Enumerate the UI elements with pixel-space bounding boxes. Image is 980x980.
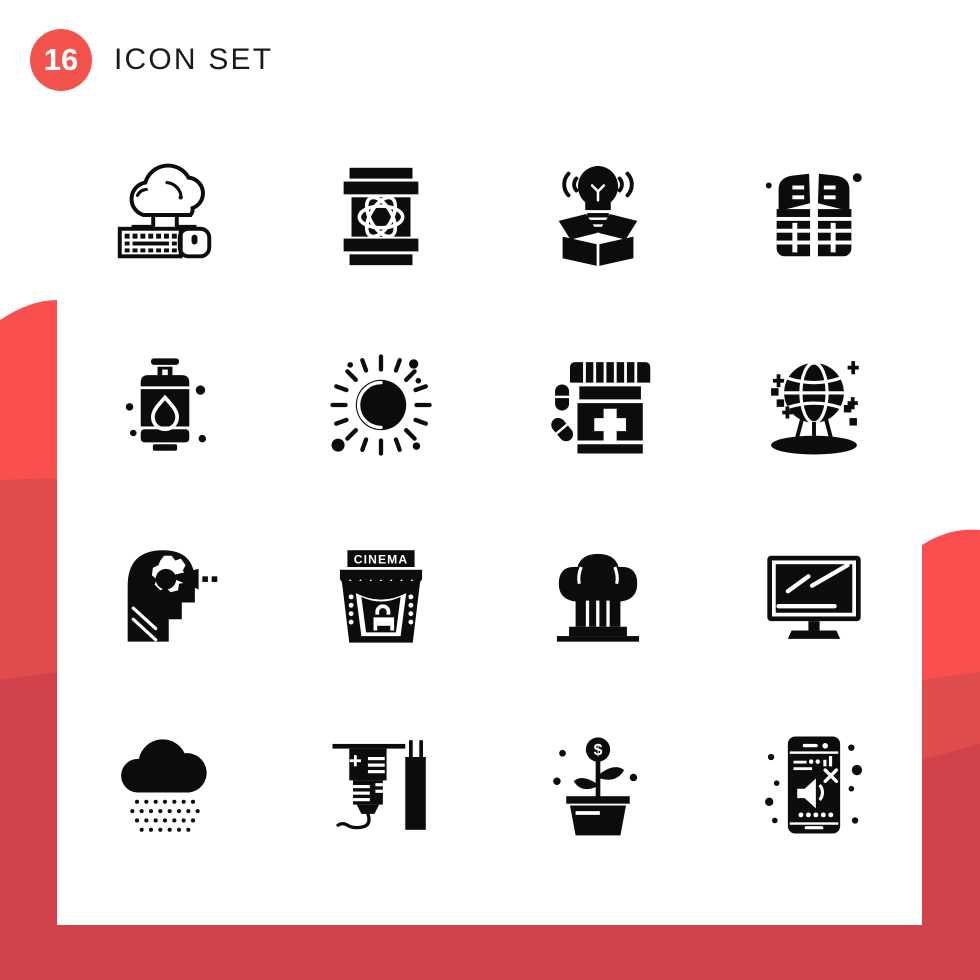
life-jacket-icon xyxy=(765,169,862,259)
globe-monument-icon xyxy=(770,361,859,455)
icon-cell-14[interactable] xyxy=(273,690,489,880)
medicine-bottle-pills-icon xyxy=(550,362,650,454)
icon-cell-10[interactable]: CINEMA xyxy=(273,500,489,690)
gas-cylinder-icon xyxy=(125,358,207,451)
icon-count-badge: 16 xyxy=(30,29,92,91)
monitor-screen-icon xyxy=(767,555,861,639)
icon-cell-12[interactable] xyxy=(706,500,922,690)
icon-cell-2[interactable] xyxy=(273,120,489,310)
page-title: Icon Set xyxy=(114,43,274,76)
sun-icon xyxy=(330,354,433,456)
head-gear-thinking-icon xyxy=(127,550,218,642)
icon-cell-4[interactable] xyxy=(706,120,922,310)
idea-box-bulb-icon xyxy=(558,165,637,267)
icon-cell-1[interactable] xyxy=(57,120,273,310)
icon-cell-7[interactable] xyxy=(490,310,706,500)
icon-cell-16[interactable] xyxy=(706,690,922,880)
icon-cell-3[interactable] xyxy=(490,120,706,310)
icon-grid: CINEMA $ xyxy=(57,120,922,910)
icon-cell-6[interactable] xyxy=(273,310,489,500)
svg-text:CINEMA: CINEMA xyxy=(354,552,409,566)
icon-cell-13[interactable] xyxy=(57,690,273,880)
icon-cell-11[interactable] xyxy=(490,500,706,690)
svg-text:$: $ xyxy=(593,742,602,759)
cloud-computing-keyboard-mouse-icon xyxy=(117,163,212,259)
header: 16 Icon Set xyxy=(0,0,980,120)
phone-mute-icon xyxy=(764,736,862,834)
chef-hat-icon xyxy=(556,553,639,642)
icon-cell-9[interactable] xyxy=(57,500,273,690)
atom-barrel-icon xyxy=(344,167,419,266)
cinema-building-icon: CINEMA xyxy=(340,550,423,643)
rain-cloud-icon xyxy=(121,739,207,832)
icon-set-poster: 16 Icon Set xyxy=(0,0,980,980)
icon-cell-8[interactable] xyxy=(706,310,922,500)
icon-cell-15[interactable]: $ xyxy=(490,690,706,880)
icon-cell-5[interactable] xyxy=(57,310,273,500)
iv-drip-icon xyxy=(332,740,427,830)
money-plant-icon: $ xyxy=(552,737,637,836)
